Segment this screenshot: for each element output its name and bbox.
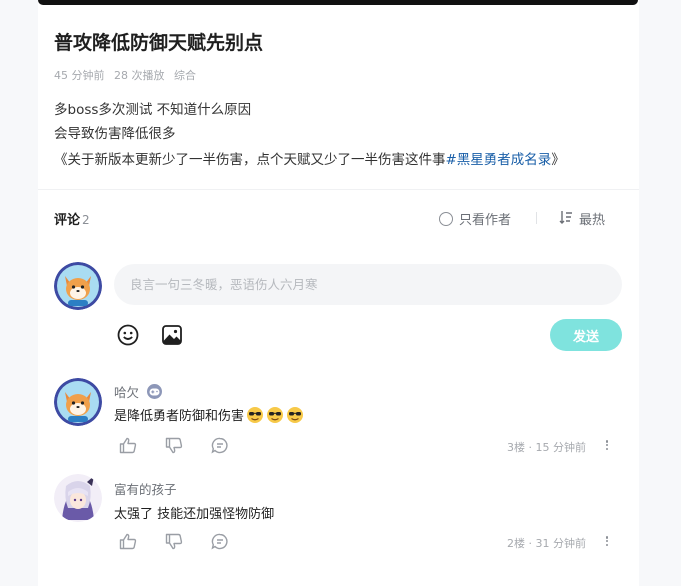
hashtag-link[interactable]: #黑星勇者成名录 [446, 152, 552, 168]
comment-text: 太强了 技能还加强怪物防御 [114, 503, 274, 522]
post-description-line: 《关于新版本更新少了一半伤害，点个天赋又少了一半伤害这件事#黑星勇者成名录》 [54, 148, 565, 168]
comments-header: 评论 2 [54, 209, 90, 228]
dislike-icon[interactable] [164, 436, 184, 454]
comments-label: 评论 [54, 213, 81, 228]
like-icon[interactable] [118, 436, 138, 454]
comment-text: 是降低勇者防御和伤害 [114, 405, 304, 424]
comment-author: 哈欠 [114, 382, 163, 401]
comment-username[interactable]: 哈欠 [114, 382, 139, 401]
divider [536, 212, 537, 224]
comment-floor: 2楼 [507, 537, 525, 550]
comment-author: 富有的孩子 [114, 479, 177, 498]
image-icon[interactable] [160, 323, 184, 347]
description-text: 《关于新版本更新少了一半伤害，点个天赋又少了一半伤害这件事 [54, 152, 446, 168]
sort-toggle[interactable]: 最热 [559, 209, 605, 228]
current-user-avatar [54, 262, 102, 310]
post-title: 普攻降低防御天赋先别点 [54, 32, 264, 54]
comment-body: 是降低勇者防御和伤害 [114, 409, 245, 424]
description-text: 》 [551, 152, 565, 168]
post-plays: 28 次播放 [114, 69, 165, 82]
post-category[interactable]: 综合 [174, 69, 196, 82]
game-badge-icon [147, 384, 163, 399]
comment-time: 15 分钟前 [535, 441, 587, 454]
only-author-label: 只看作者 [459, 213, 512, 228]
post-description-line: 多boss多次测试 不知道什么原因 [54, 102, 252, 118]
comment-username[interactable]: 富有的孩子 [114, 479, 177, 498]
comments-count: 2 [82, 213, 90, 227]
avatar[interactable] [54, 378, 102, 426]
reply-icon[interactable] [210, 532, 230, 550]
like-icon[interactable] [118, 532, 138, 550]
sort-label: 最热 [579, 213, 606, 228]
comment-body: 太强了 技能还加强怪物防御 [114, 507, 275, 522]
radio-icon [439, 211, 453, 226]
post-meta: 45 分钟前 28 次播放 综合 [54, 67, 202, 83]
post-description-line: 会导致伤害降低很多 [54, 126, 176, 142]
divider [38, 189, 639, 190]
emoji-icon[interactable] [116, 323, 140, 347]
sunglasses-emoji-icon [246, 406, 264, 424]
video-player-edge[interactable] [38, 0, 638, 5]
sunglasses-emoji-icon [266, 406, 284, 424]
post-time: 45 分钟前 [54, 69, 105, 82]
comment-time: 31 分钟前 [535, 537, 587, 550]
only-author-toggle[interactable]: 只看作者 [439, 209, 511, 228]
comment-floor: 3楼 [507, 441, 525, 454]
avatar[interactable] [54, 474, 102, 522]
send-button[interactable]: 发送 [550, 319, 622, 351]
comment-meta: 3楼 · 15 分钟前 [507, 441, 587, 454]
more-icon[interactable] [602, 438, 612, 452]
more-icon[interactable] [602, 534, 612, 548]
comment-meta: 2楼 · 31 分钟前 [507, 537, 587, 550]
sort-icon [559, 210, 573, 228]
comment-actions [118, 436, 230, 454]
reply-icon[interactable] [210, 436, 230, 454]
comment-input[interactable] [114, 264, 622, 305]
sunglasses-emoji-icon [286, 406, 304, 424]
comment-actions [118, 532, 230, 550]
dislike-icon[interactable] [164, 532, 184, 550]
